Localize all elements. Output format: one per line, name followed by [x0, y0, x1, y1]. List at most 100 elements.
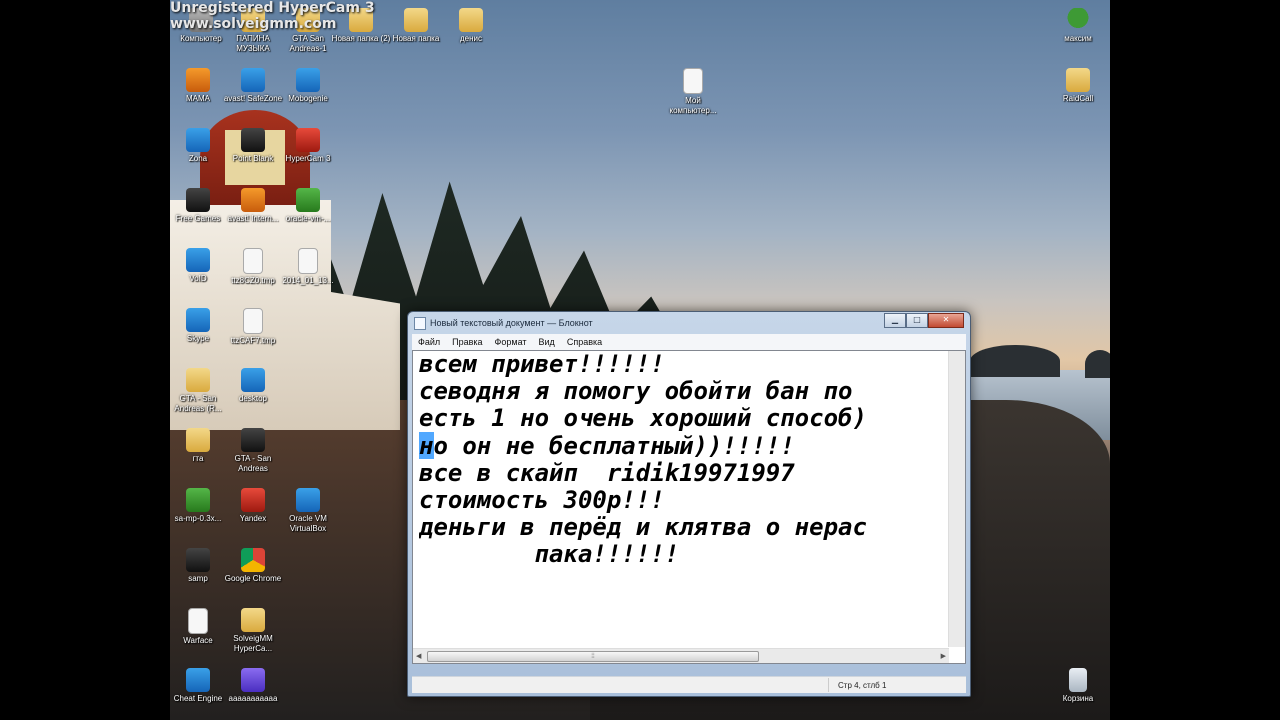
- desktop-shortcut-label: Oracle VM VirtualBox: [289, 514, 327, 533]
- desktop-shortcut[interactable]: Cheat Engine: [167, 668, 229, 704]
- desktop-shortcut-label: денис: [459, 34, 482, 43]
- desktop-shortcut-label: avast! Intern...: [227, 214, 279, 223]
- desktop-shortcut-label: GTA - San Andreas (R...: [174, 394, 222, 413]
- desktop-shortcut-label: Новая папка (2): [331, 34, 391, 43]
- desktop-shortcut[interactable]: Skype: [167, 308, 229, 344]
- desktop-shortcut[interactable]: ааааааааааа: [222, 668, 284, 704]
- desktop-shortcut-label: Yandex: [239, 514, 267, 523]
- desktop-shortcut[interactable]: samp: [167, 548, 229, 584]
- desktop-shortcut[interactable]: Google Chrome: [222, 548, 284, 584]
- scroll-left-arrow-icon[interactable]: ◀: [416, 652, 421, 660]
- desktop-shortcut[interactable]: Point Blank: [222, 128, 284, 164]
- status-divider: [828, 678, 829, 692]
- yandex-icon: [241, 488, 265, 512]
- desktop-shortcut[interactable]: SolveigMM HyperCa...: [222, 608, 284, 654]
- menu-help[interactable]: Справка: [567, 337, 602, 347]
- desktop-shortcut[interactable]: Mobogenie: [277, 68, 339, 104]
- oracle-vm-icon: [296, 188, 320, 212]
- menu-file[interactable]: Файл: [418, 337, 440, 347]
- minimize-button[interactable]: ▁: [884, 313, 906, 328]
- desktop-shortcut-label: МАМА: [186, 94, 210, 103]
- watermark-line-2: www.solveigmm.com: [170, 16, 337, 32]
- wallpaper-island: [970, 345, 1060, 377]
- desktop-shortcut[interactable]: avast! Intern...: [222, 188, 284, 224]
- file-icon: [243, 248, 263, 274]
- point-blank-icon: [241, 128, 265, 152]
- desktop-shortcut[interactable]: Новая папка: [385, 8, 447, 44]
- vertical-scrollbar[interactable]: [948, 351, 965, 647]
- menu-view[interactable]: Вид: [539, 337, 555, 347]
- desktop-shortcut-label: ПАПИНА МУЗЫКА: [236, 34, 270, 53]
- desktop-shortcut[interactable]: HyperCam 3: [277, 128, 339, 164]
- desktop-shortcut[interactable]: Yandex: [222, 488, 284, 524]
- desktop-shortcut[interactable]: ttzCAF7.tmp: [222, 308, 284, 346]
- text-editor[interactable]: всем привет!!!!!! севодня я помогу обойт…: [412, 350, 966, 664]
- menu-format[interactable]: Формат: [495, 337, 527, 347]
- cheat-engine-icon: [186, 668, 210, 692]
- scroll-right-arrow-icon[interactable]: ▶: [941, 652, 946, 660]
- maximize-button[interactable]: □: [906, 313, 928, 328]
- desktop-shortcut-label: HyperCam 3: [285, 154, 331, 163]
- hypercam-icon: [296, 128, 320, 152]
- desktop-shortcut[interactable]: Zona: [167, 128, 229, 164]
- menu-edit[interactable]: Правка: [452, 337, 482, 347]
- folder-icon: [404, 8, 428, 32]
- void-icon: [186, 248, 210, 272]
- desktop-shortcut-label: sa-mp-0.3x...: [174, 514, 222, 523]
- desktop-shortcut[interactable]: денис: [440, 8, 502, 44]
- desktop-shortcut-label: avast! SafeZone: [223, 94, 283, 103]
- window-controls: ▁ □ ✕: [884, 313, 964, 328]
- desktop-shortcut-label: ааааааааааа: [228, 694, 278, 703]
- desktop-shortcut[interactable]: GTA - San Andreas (R...: [167, 368, 229, 414]
- desktop-shortcut[interactable]: 2014_01_13...: [277, 248, 339, 286]
- folder-icon: [186, 428, 210, 452]
- notepad-window[interactable]: Новый текстовый документ — Блокнот ▁ □ ✕…: [407, 311, 971, 697]
- tree-icon: [1066, 8, 1090, 32]
- samp-installer-icon: [186, 488, 210, 512]
- desktop-shortcut-label: 2014_01_13...: [282, 276, 334, 285]
- desktop-shortcut[interactable]: Мой компьютер...: [662, 68, 724, 116]
- desktop-shortcut-label: Free Games: [175, 214, 221, 223]
- notepad-titlebar[interactable]: Новый текстовый документ — Блокнот: [414, 316, 593, 330]
- cube-icon: [241, 668, 265, 692]
- desktop-shortcut-label: Новая папка: [392, 34, 440, 43]
- desktop-shortcut[interactable]: Warface: [167, 608, 229, 646]
- desktop-shortcut[interactable]: ttz8CZ0.tmp: [222, 248, 284, 286]
- desktop-shortcut[interactable]: GTA - San Andreas: [222, 428, 284, 474]
- desktop-shortcut[interactable]: RaidCall: [1047, 68, 1109, 104]
- desktop-shortcut[interactable]: VoID: [167, 248, 229, 284]
- folder-icon: [241, 608, 265, 632]
- status-bar: Стр 4, стлб 1: [412, 676, 966, 693]
- document-text[interactable]: всем привет!!!!!! севодня я помогу обойт…: [419, 351, 943, 569]
- watermark-line-1: Unregistered HyperCam 3: [170, 0, 375, 16]
- horizontal-scroll-thumb[interactable]: ⦙⦙: [427, 651, 759, 662]
- desktop-shortcut[interactable]: максим: [1047, 8, 1109, 44]
- hypercam-watermark: Unregistered HyperCam 3 www.solveigmm.co…: [170, 0, 375, 32]
- close-button[interactable]: ✕: [928, 313, 964, 328]
- avast-safezone-icon: [241, 68, 265, 92]
- wallpaper-island-small: [1085, 350, 1110, 378]
- desktop-shortcut-label: Мой компьютер...: [669, 96, 717, 115]
- desktop-shortcut[interactable]: Корзина: [1047, 668, 1109, 704]
- desktop-shortcut[interactable]: sa-mp-0.3x...: [167, 488, 229, 524]
- desktop-shortcut-label: Zona: [188, 154, 208, 163]
- desktop-shortcut[interactable]: гта: [167, 428, 229, 464]
- mobogenie-icon: [296, 68, 320, 92]
- winamp-icon: [186, 68, 210, 92]
- desktop-shortcut[interactable]: avast! SafeZone: [222, 68, 284, 104]
- warface-icon: [188, 608, 208, 634]
- desktop-shortcut-label: samp: [188, 574, 208, 583]
- desktop-shortcut[interactable]: Oracle VM VirtualBox: [277, 488, 339, 534]
- desktop-shortcut[interactable]: oracle-vm-...: [277, 188, 339, 224]
- file-icon: [298, 248, 318, 274]
- gta-icon: [241, 428, 265, 452]
- desktop-shortcut[interactable]: МАМА: [167, 68, 229, 104]
- desktop-shortcut-label: oracle-vm-...: [285, 214, 331, 223]
- desktop-shortcut[interactable]: Free Games: [167, 188, 229, 224]
- desktop-shortcut-label: ttz8CZ0.tmp: [231, 276, 275, 285]
- desktop-shortcut-label: desktop: [238, 394, 268, 403]
- desktop-shortcut[interactable]: desktop: [222, 368, 284, 404]
- horizontal-scrollbar[interactable]: ◀ ⦙⦙ ▶: [413, 648, 949, 663]
- desktop-shortcut-label: Point Blank: [232, 154, 274, 163]
- desktop-shortcut-label: RaidCall: [1062, 94, 1094, 103]
